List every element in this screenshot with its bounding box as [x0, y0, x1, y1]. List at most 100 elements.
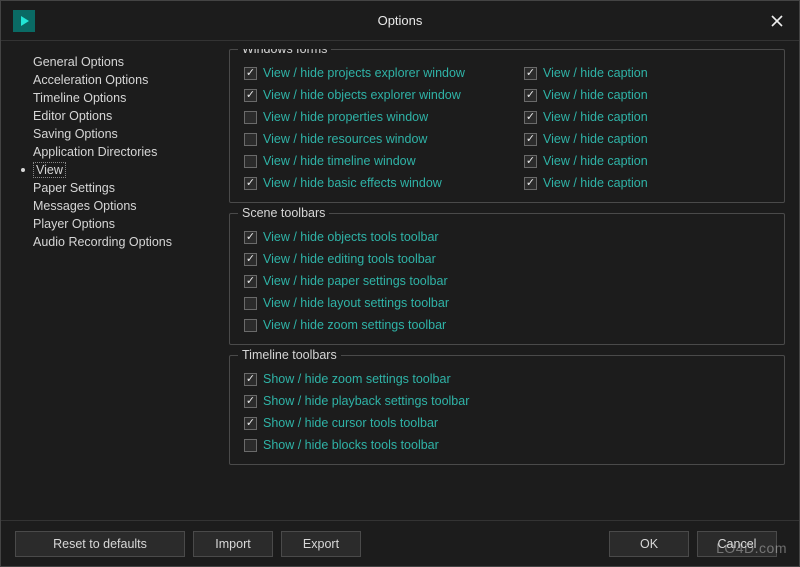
checkbox-label[interactable]: View / hide objects explorer window [263, 88, 461, 102]
group-windows-forms: Windows forms View / hide projects explor… [229, 49, 785, 203]
checkbox-label[interactable]: View / hide caption [543, 132, 648, 146]
nav-item-editor-options[interactable]: Editor Options [15, 107, 225, 125]
checkbox-row: View / hide editing tools toolbar [244, 248, 524, 270]
checkbox-row: Show / hide zoom settings toolbar [244, 368, 524, 390]
checkbox[interactable] [524, 111, 537, 124]
checkbox[interactable] [244, 89, 257, 102]
checkbox-label[interactable]: View / hide resources window [263, 132, 427, 146]
group-column: View / hide caption View / hide caption Vi… [524, 62, 724, 194]
checkbox-row: View / hide objects explorer window [244, 84, 524, 106]
checkbox-row: View / hide properties window [244, 106, 524, 128]
checkbox-row: View / hide caption [524, 172, 724, 194]
checkbox[interactable] [524, 155, 537, 168]
checkbox-label[interactable]: View / hide zoom settings toolbar [263, 318, 446, 332]
checkbox-label[interactable]: View / hide caption [543, 88, 648, 102]
checkbox-label[interactable]: View / hide caption [543, 66, 648, 80]
window-title: Options [378, 13, 423, 28]
checkbox-label[interactable]: Show / hide blocks tools toolbar [263, 438, 439, 452]
import-button[interactable]: Import [193, 531, 273, 557]
checkbox-label[interactable]: Show / hide cursor tools toolbar [263, 416, 438, 430]
checkbox[interactable] [244, 319, 257, 332]
nav-item-general-options[interactable]: General Options [15, 53, 225, 71]
nav-item-paper-settings[interactable]: Paper Settings [15, 179, 225, 197]
checkbox-row: View / hide paper settings toolbar [244, 270, 524, 292]
titlebar: Options [1, 1, 799, 41]
export-button[interactable]: Export [281, 531, 361, 557]
content-panel: Windows forms View / hide projects explor… [225, 49, 785, 516]
checkbox-row: Show / hide playback settings toolbar [244, 390, 524, 412]
checkbox-row: View / hide layout settings toolbar [244, 292, 524, 314]
nav-item-label: Timeline Options [33, 91, 126, 105]
checkbox[interactable] [244, 275, 257, 288]
nav-item-label: General Options [33, 55, 124, 69]
checkbox-label[interactable]: View / hide caption [543, 154, 648, 168]
ok-button[interactable]: OK [609, 531, 689, 557]
checkbox-label[interactable]: View / hide properties window [263, 110, 428, 124]
nav-item-audio-recording-options[interactable]: Audio Recording Options [15, 233, 225, 251]
checkbox-label[interactable]: View / hide objects tools toolbar [263, 230, 439, 244]
group-title: Windows forms [238, 49, 331, 56]
checkbox[interactable] [524, 67, 537, 80]
checkbox-row: View / hide caption [524, 62, 724, 84]
checkbox[interactable] [244, 177, 257, 190]
nav-item-player-options[interactable]: Player Options [15, 215, 225, 233]
group-body: View / hide objects tools toolbar View / … [244, 220, 776, 336]
group-column: View / hide objects tools toolbar View / … [244, 226, 524, 336]
group-column: View / hide projects explorer window View… [244, 62, 524, 194]
nav-item-acceleration-options[interactable]: Acceleration Options [15, 71, 225, 89]
checkbox-label[interactable]: View / hide caption [543, 110, 648, 124]
group-column: Show / hide zoom settings toolbar Show / … [244, 368, 524, 456]
checkbox-label[interactable]: View / hide timeline window [263, 154, 416, 168]
nav-item-label: Player Options [33, 217, 115, 231]
checkbox-row: View / hide zoom settings toolbar [244, 314, 524, 336]
checkbox[interactable] [244, 133, 257, 146]
checkbox[interactable] [244, 395, 257, 408]
nav-item-label: Acceleration Options [33, 73, 148, 87]
nav-sidebar: General Options Acceleration Options Timel… [15, 49, 225, 516]
checkbox[interactable] [244, 253, 257, 266]
checkbox[interactable] [524, 89, 537, 102]
checkbox-row: Show / hide blocks tools toolbar [244, 434, 524, 456]
checkbox[interactable] [244, 67, 257, 80]
group-timeline-toolbars: Timeline toolbarsShow / hide zoom settin… [229, 355, 785, 465]
checkbox-label[interactable]: View / hide layout settings toolbar [263, 296, 449, 310]
checkbox-label[interactable]: View / hide caption [543, 176, 648, 190]
checkbox[interactable] [244, 439, 257, 452]
checkbox-label[interactable]: Show / hide zoom settings toolbar [263, 372, 451, 386]
group-title: Scene toolbars [238, 206, 329, 220]
checkbox-row: Show / hide cursor tools toolbar [244, 412, 524, 434]
checkbox[interactable] [244, 373, 257, 386]
nav-item-label: View [33, 162, 66, 178]
group-body: Show / hide zoom settings toolbar Show / … [244, 362, 776, 456]
checkbox-label[interactable]: View / hide editing tools toolbar [263, 252, 436, 266]
checkbox-row: View / hide projects explorer window [244, 62, 524, 84]
checkbox[interactable] [524, 133, 537, 146]
checkbox[interactable] [244, 417, 257, 430]
checkbox-row: View / hide caption [524, 106, 724, 128]
checkbox-label[interactable]: Show / hide playback settings toolbar [263, 394, 469, 408]
checkbox[interactable] [244, 155, 257, 168]
group-title: Timeline toolbars [238, 348, 341, 362]
nav-item-label: Application Directories [33, 145, 157, 159]
nav-item-label: Audio Recording Options [33, 235, 172, 249]
checkbox[interactable] [524, 177, 537, 190]
nav-item-saving-options[interactable]: Saving Options [15, 125, 225, 143]
reset-defaults-button[interactable]: Reset to defaults [15, 531, 185, 557]
cancel-button[interactable]: Cancel [697, 531, 777, 557]
main-area: General Options Acceleration Options Timel… [1, 41, 799, 520]
checkbox[interactable] [244, 297, 257, 310]
checkbox-label[interactable]: View / hide paper settings toolbar [263, 274, 448, 288]
app-icon [13, 10, 35, 32]
close-button[interactable] [765, 9, 789, 33]
nav-item-label: Editor Options [33, 109, 112, 123]
checkbox[interactable] [244, 111, 257, 124]
nav-item-view[interactable]: View [15, 161, 225, 179]
checkbox[interactable] [244, 231, 257, 244]
nav-item-application-directories[interactable]: Application Directories [15, 143, 225, 161]
checkbox-label[interactable]: View / hide projects explorer window [263, 66, 465, 80]
nav-item-timeline-options[interactable]: Timeline Options [15, 89, 225, 107]
group-body: View / hide projects explorer window View… [244, 56, 776, 194]
checkbox-row: View / hide caption [524, 128, 724, 150]
checkbox-label[interactable]: View / hide basic effects window [263, 176, 442, 190]
nav-item-messages-options[interactable]: Messages Options [15, 197, 225, 215]
